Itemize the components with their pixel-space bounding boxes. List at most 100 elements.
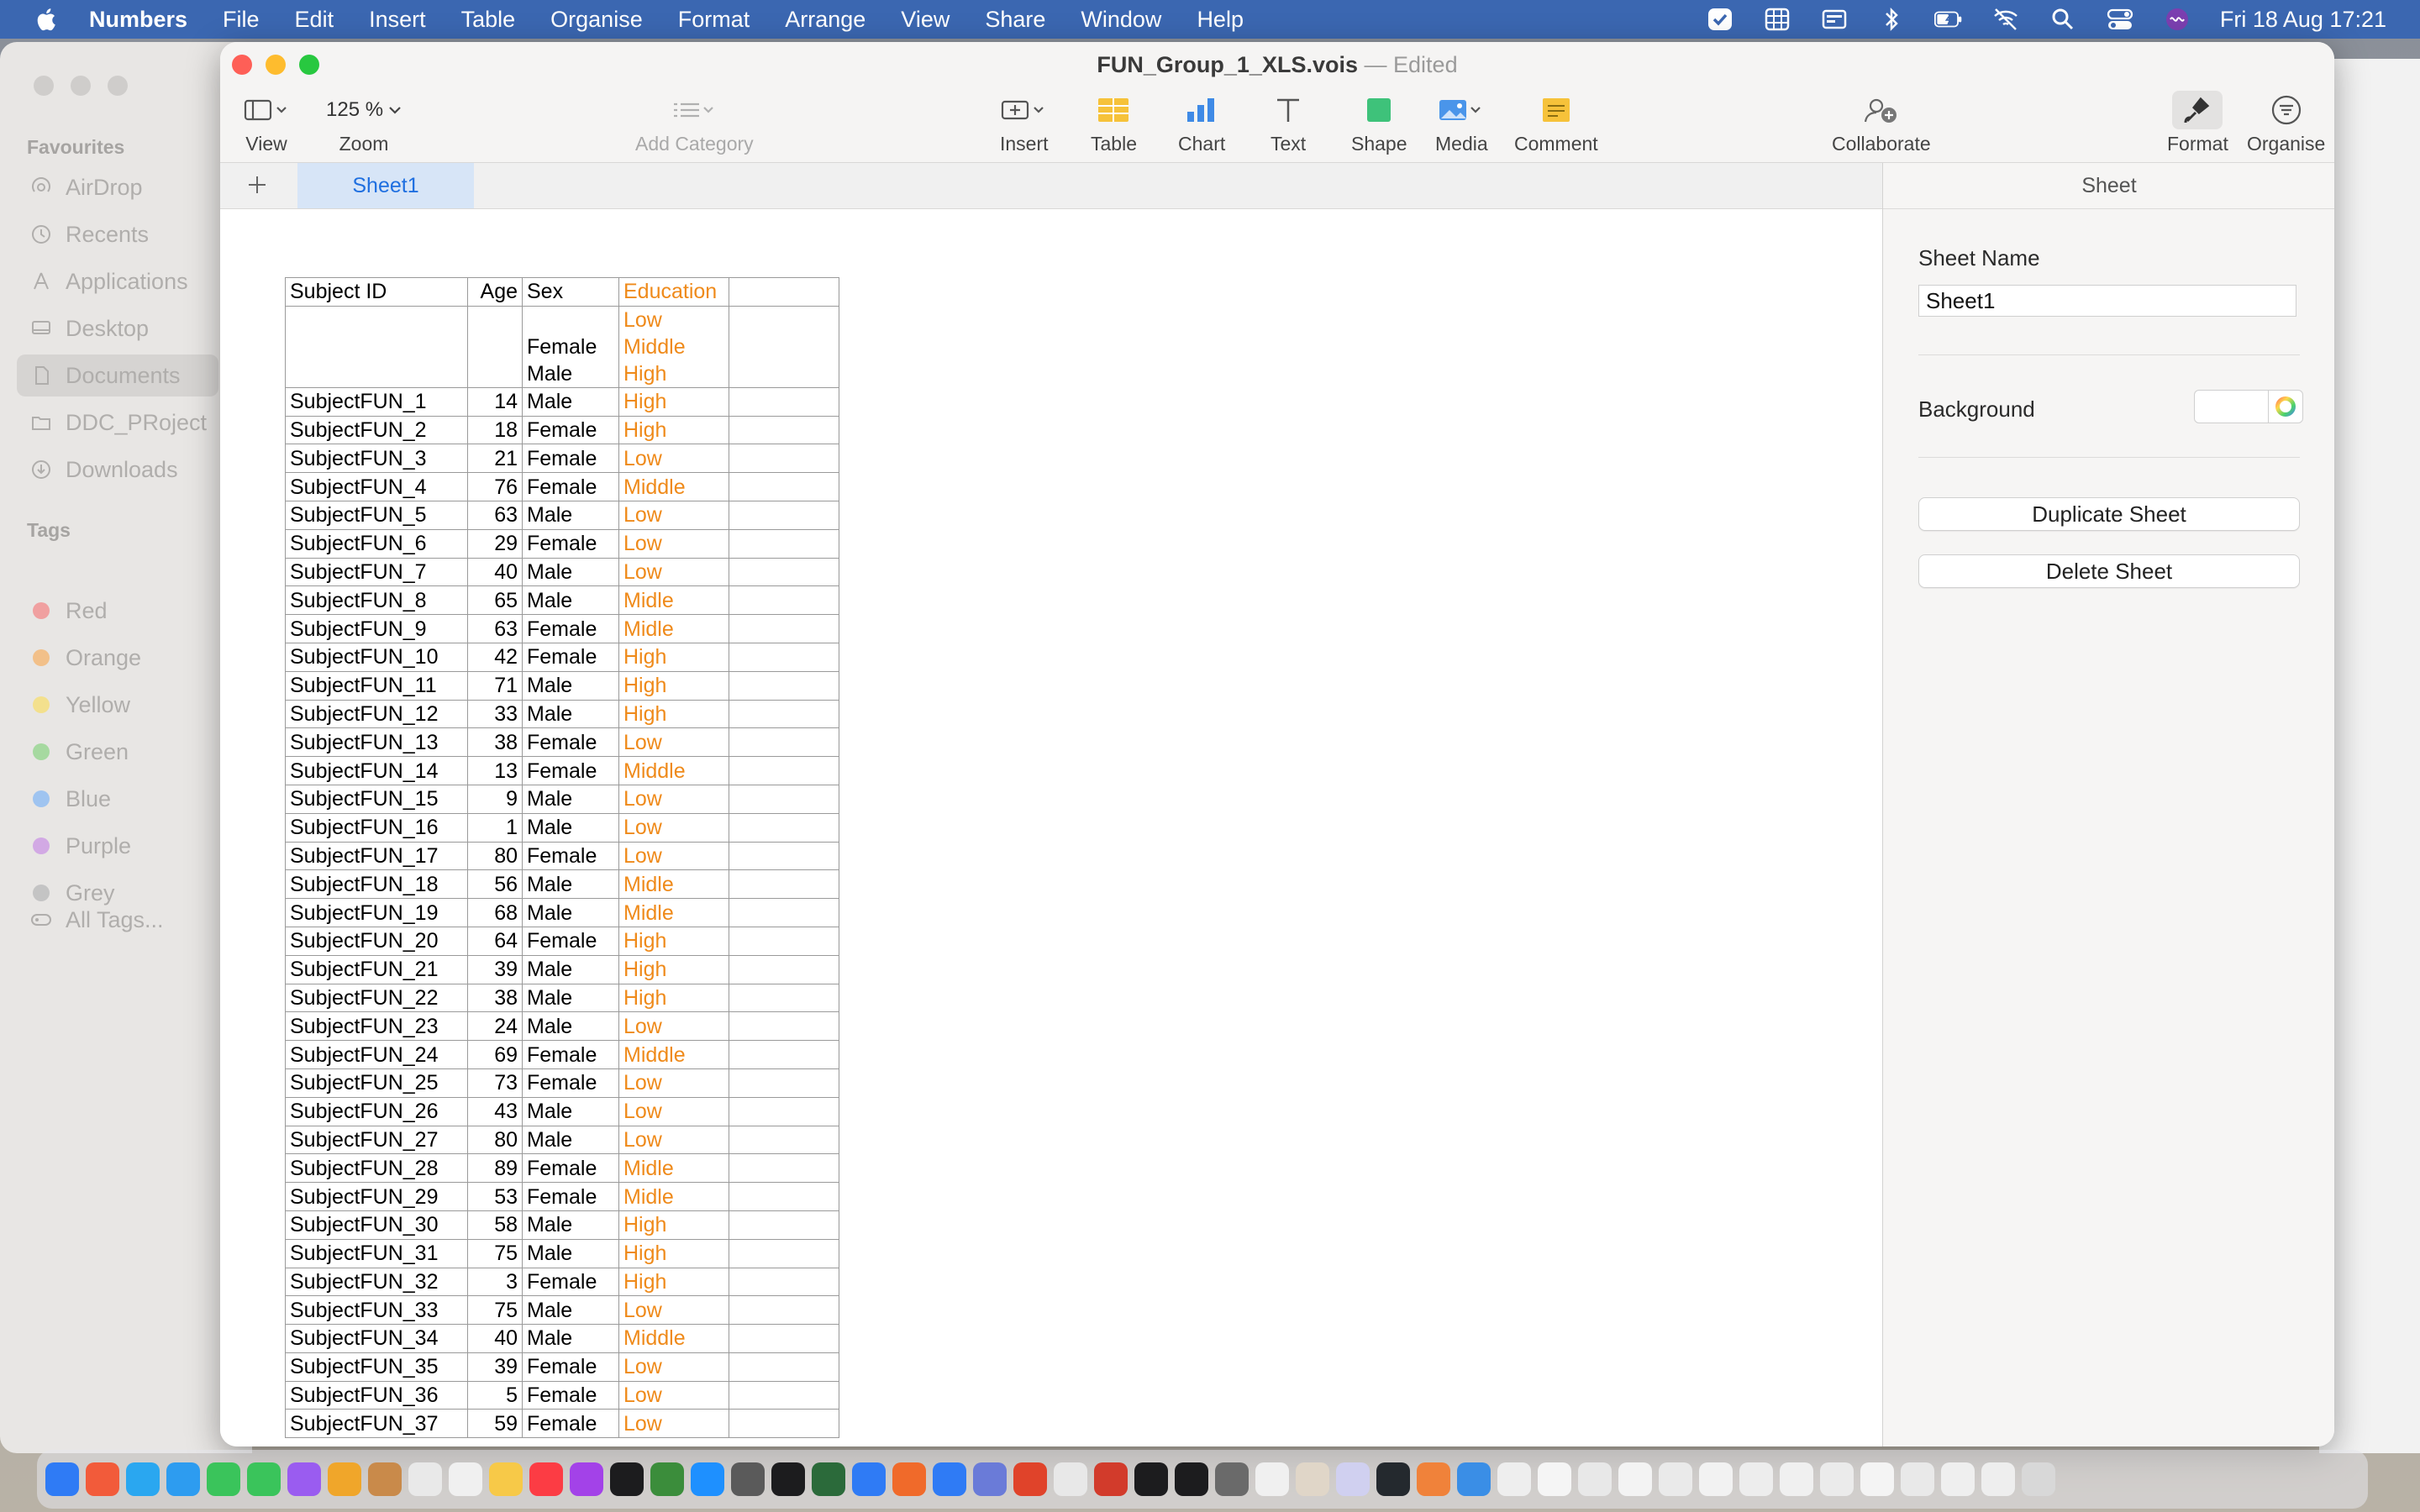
education-cell[interactable]: High xyxy=(618,983,729,1013)
education-cell[interactable]: Middle xyxy=(618,1040,729,1069)
sidebar-item-recents[interactable]: Recents xyxy=(17,213,218,255)
search-icon[interactable] xyxy=(2049,7,2077,32)
age-cell[interactable]: 73 xyxy=(467,1068,523,1098)
subject-id-cell[interactable]: SubjectFUN_29 xyxy=(285,1182,468,1211)
education-cell[interactable]: High xyxy=(618,1210,729,1240)
subject-id-cell[interactable]: SubjectFUN_28 xyxy=(285,1153,468,1184)
subject-id-cell[interactable]: SubjectFUN_37 xyxy=(285,1409,468,1439)
display-status-icon[interactable] xyxy=(1820,7,1849,32)
finder-zoom-button[interactable] xyxy=(108,76,128,96)
sex-cell[interactable]: Female xyxy=(522,1380,619,1410)
subject-id-cell[interactable]: SubjectFUN_31 xyxy=(285,1238,468,1268)
table-cell[interactable] xyxy=(729,898,839,927)
dock-app-icon[interactable] xyxy=(1376,1462,1410,1496)
education-cell[interactable]: Low xyxy=(618,812,729,843)
table-cell[interactable] xyxy=(729,670,839,701)
subject-id-cell[interactable]: SubjectFUN_19 xyxy=(285,898,468,927)
shape-button[interactable]: Shape xyxy=(1351,91,1407,155)
age-cell[interactable]: 40 xyxy=(467,1324,523,1353)
subject-id-cell[interactable]: SubjectFUN_32 xyxy=(285,1267,468,1297)
age-cell[interactable]: 75 xyxy=(467,1295,523,1326)
table-cell[interactable] xyxy=(729,841,839,871)
education-cell[interactable]: Midle xyxy=(618,1153,729,1184)
dock-app-icon[interactable] xyxy=(45,1462,79,1496)
dock-app-icon[interactable] xyxy=(86,1462,119,1496)
table-cell[interactable] xyxy=(729,1040,839,1069)
subject-id-cell[interactable]: SubjectFUN_26 xyxy=(285,1096,468,1126)
sidebar-tag-purple[interactable]: Purple xyxy=(17,825,218,867)
sex-cell[interactable]: Female xyxy=(522,727,619,758)
education-cell[interactable]: High xyxy=(618,699,729,729)
education-cell[interactable]: Low xyxy=(618,1096,729,1126)
subject-id-cell[interactable]: SubjectFUN_33 xyxy=(285,1295,468,1326)
sidebar-item-applications[interactable]: Applications xyxy=(17,260,218,302)
dock-app-icon[interactable] xyxy=(933,1462,966,1496)
age-cell[interactable]: 38 xyxy=(467,983,523,1013)
subject-id-cell[interactable]: SubjectFUN_6 xyxy=(285,528,468,559)
table-header-cell[interactable]: Age xyxy=(467,277,523,307)
age-cell[interactable]: 33 xyxy=(467,699,523,729)
education-cell[interactable]: Midle xyxy=(618,869,729,900)
subject-id-cell[interactable]: SubjectFUN_21 xyxy=(285,954,468,984)
checklist-status-icon[interactable] xyxy=(1706,7,1734,32)
menu-format[interactable]: Format xyxy=(678,7,750,33)
table-cell[interactable] xyxy=(729,1267,839,1297)
wifi-off-icon[interactable] xyxy=(1991,7,2020,32)
sex-cell[interactable]: Female xyxy=(522,1040,619,1069)
duplicate-sheet-button[interactable]: Duplicate Sheet xyxy=(1918,497,2300,531)
age-cell[interactable]: 56 xyxy=(467,869,523,900)
sex-cell[interactable]: Female xyxy=(522,528,619,559)
table-cell[interactable] xyxy=(729,444,839,474)
dock-app-icon[interactable] xyxy=(1336,1462,1370,1496)
sex-cell[interactable]: Female xyxy=(522,472,619,501)
age-cell[interactable]: 21 xyxy=(467,444,523,474)
subject-id-cell[interactable]: SubjectFUN_10 xyxy=(285,642,468,672)
dock-app-icon[interactable] xyxy=(1094,1462,1128,1496)
control-center-icon[interactable] xyxy=(2106,7,2134,32)
dock-app-icon[interactable] xyxy=(207,1462,240,1496)
education-cell[interactable]: Low xyxy=(618,1352,729,1382)
education-cell[interactable]: Low xyxy=(618,727,729,758)
menu-window[interactable]: Window xyxy=(1081,7,1161,33)
menu-help[interactable]: Help xyxy=(1197,7,1244,33)
education-options-cell[interactable]: Low Middle High xyxy=(618,305,729,388)
table-cell[interactable] xyxy=(729,1125,839,1155)
education-cell[interactable]: High xyxy=(618,954,729,984)
age-cell[interactable]: 18 xyxy=(467,415,523,445)
dock-app-icon[interactable] xyxy=(2022,1462,2055,1496)
sex-cell[interactable]: Male xyxy=(522,954,619,984)
dock-app-icon[interactable] xyxy=(529,1462,563,1496)
subject-id-cell[interactable]: SubjectFUN_36 xyxy=(285,1380,468,1410)
table-cell[interactable] xyxy=(729,1380,839,1410)
dock-app-icon[interactable] xyxy=(1941,1462,1975,1496)
sex-cell[interactable]: Male xyxy=(522,699,619,729)
subject-id-cell[interactable]: SubjectFUN_23 xyxy=(285,1011,468,1042)
sex-options-cell[interactable]: Female Male xyxy=(522,305,619,388)
sidebar-tag-orange[interactable]: Orange xyxy=(17,637,218,679)
table-header-cell[interactable]: Sex xyxy=(522,277,619,307)
menu-table[interactable]: Table xyxy=(461,7,516,33)
age-cell[interactable]: 5 xyxy=(467,1380,523,1410)
dock-app-icon[interactable] xyxy=(489,1462,523,1496)
comment-button[interactable]: Comment xyxy=(1514,91,1598,155)
dock-app-icon[interactable] xyxy=(449,1462,482,1496)
menu-arrange[interactable]: Arrange xyxy=(785,7,865,33)
sex-cell[interactable]: Female xyxy=(522,444,619,474)
age-cell[interactable]: 63 xyxy=(467,614,523,643)
bluetooth-icon[interactable] xyxy=(1877,7,1906,32)
sidebar-item-airdrop[interactable]: AirDrop xyxy=(17,166,218,208)
subject-id-cell[interactable]: SubjectFUN_17 xyxy=(285,841,468,871)
sex-cell[interactable]: Male xyxy=(522,869,619,900)
sex-cell[interactable]: Male xyxy=(522,386,619,417)
age-cell[interactable]: 80 xyxy=(467,841,523,871)
sex-cell[interactable]: Female xyxy=(522,1153,619,1184)
education-cell[interactable]: Low xyxy=(618,1125,729,1155)
dock-app-icon[interactable] xyxy=(1255,1462,1289,1496)
view-button[interactable]: View xyxy=(244,91,289,155)
dock-app-icon[interactable] xyxy=(1296,1462,1329,1496)
table-cell[interactable] xyxy=(729,812,839,843)
dock-app-icon[interactable] xyxy=(126,1462,160,1496)
dock-app-icon[interactable] xyxy=(1134,1462,1168,1496)
education-cell[interactable]: Midle xyxy=(618,898,729,927)
background-color-well[interactable] xyxy=(2194,390,2303,423)
